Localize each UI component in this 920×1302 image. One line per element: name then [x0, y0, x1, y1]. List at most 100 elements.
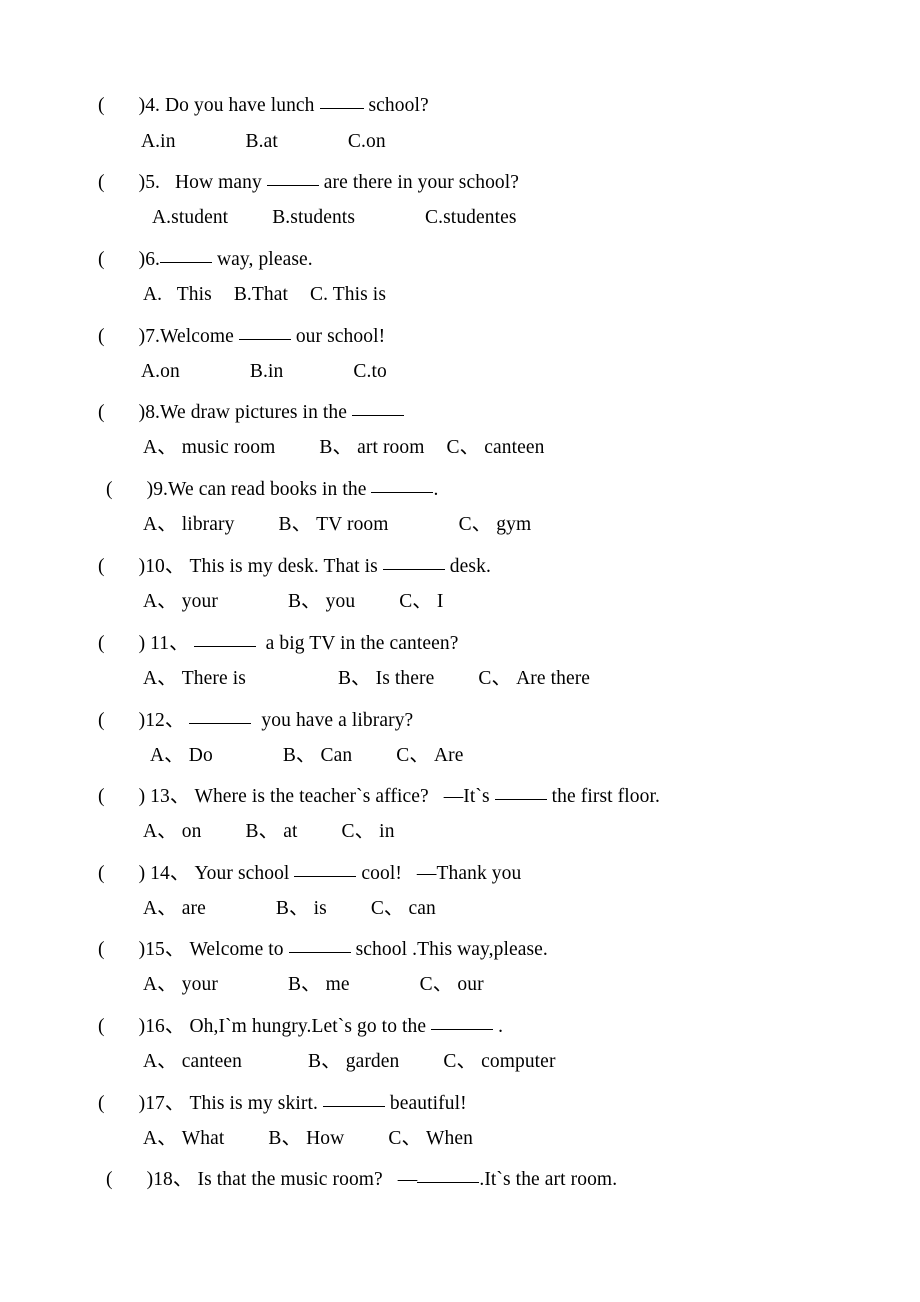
- q8-option-c-text[interactable]: canteen: [484, 437, 544, 458]
- q5-option-a-text[interactable]: student: [171, 207, 228, 228]
- q6-number: 6.: [145, 249, 161, 271]
- question-options-q17: A、 What B、 How C、 When: [143, 1129, 473, 1149]
- q10-option-c-text[interactable]: I: [437, 591, 444, 612]
- q12-option-a-text[interactable]: Do: [189, 745, 213, 766]
- q14-stem-before: Your school: [189, 863, 295, 885]
- q10-option-b-text[interactable]: you: [326, 591, 356, 612]
- q16-option-a-marker: A、: [143, 1051, 177, 1072]
- q8-option-b-text[interactable]: art room: [357, 437, 424, 458]
- question-options-q7: A.on B.in C.to: [141, 362, 387, 382]
- question-stem-q9: ()9.We can read books in the .: [106, 477, 438, 500]
- q5-option-c-text[interactable]: studentes: [443, 207, 516, 228]
- q12-bracket-open: (: [98, 710, 105, 732]
- q4-number: 4.: [145, 95, 161, 117]
- q9-option-c-marker: C、: [458, 514, 492, 535]
- question-options-q4: A.in B.at C.on: [141, 132, 386, 152]
- q14-option-b-text[interactable]: is: [314, 898, 327, 919]
- q7-option-c-marker: C.: [353, 361, 372, 382]
- q6-option-b-text[interactable]: That: [252, 284, 288, 305]
- q7-option-b-text[interactable]: in: [268, 361, 283, 382]
- q8-bracket-open: (: [98, 402, 105, 424]
- q18-stem-before: Is that the music room? —: [192, 1169, 418, 1191]
- q13-option-a-text[interactable]: on: [182, 821, 202, 842]
- q9-option-c-text[interactable]: gym: [496, 514, 531, 535]
- q14-option-c-text[interactable]: can: [409, 898, 436, 919]
- question-stem-q16: ()16、 Oh,I`m hungry.Let`s go to the .: [98, 1014, 503, 1037]
- q17-bracket-open: (: [98, 1093, 105, 1115]
- q15-option-c-text[interactable]: our: [457, 974, 483, 995]
- q10-number: 10、: [145, 556, 185, 578]
- q4-option-c-text[interactable]: on: [366, 131, 386, 152]
- q4-stem-after: school?: [363, 95, 429, 117]
- question-options-q10: A、 your B、 you C、 I: [143, 592, 444, 612]
- q11-option-b-text[interactable]: Is there: [376, 668, 435, 689]
- q12-number: 12、: [145, 710, 185, 732]
- q8-blank: [352, 400, 404, 417]
- q16-blank: [431, 1014, 494, 1031]
- question-stem-q6: ()6. way, please.: [98, 247, 313, 270]
- q15-option-c-marker: C、: [419, 974, 453, 995]
- q16-option-b-text[interactable]: garden: [346, 1051, 400, 1072]
- question-stem-q10: ()10、 This is my desk. That is desk.: [98, 554, 491, 577]
- q13-option-c-text[interactable]: in: [379, 821, 394, 842]
- q7-option-c-text[interactable]: to: [371, 361, 386, 382]
- q5-stem-after: are there in your school?: [318, 172, 520, 194]
- q6-option-c-text[interactable]: This is: [328, 284, 386, 305]
- q11-option-c-text[interactable]: Are there: [516, 668, 590, 689]
- q17-option-a-text[interactable]: What: [182, 1128, 225, 1149]
- q18-bracket-open: (: [106, 1169, 113, 1191]
- q7-blank: [238, 324, 291, 341]
- q17-number: 17、: [145, 1093, 185, 1115]
- q6-option-b-marker: B.: [233, 284, 252, 305]
- q16-stem-after: .: [493, 1016, 504, 1038]
- q17-option-b-marker: B、: [268, 1128, 302, 1149]
- worksheet-page: ()4. Do you have lunch school? A.in B.at C…: [0, 0, 920, 1302]
- q4-option-b-text[interactable]: at: [264, 131, 278, 152]
- q13-option-b-text[interactable]: at: [283, 821, 297, 842]
- q5-option-b-text[interactable]: students: [290, 207, 355, 228]
- q15-option-b-text[interactable]: me: [326, 974, 350, 995]
- q10-option-c-marker: C、: [399, 591, 432, 612]
- q17-stem-after: beautiful!: [384, 1093, 467, 1115]
- q7-number: 7.: [145, 326, 161, 348]
- q13-bracket-open: (: [98, 786, 105, 808]
- q10-blank: [382, 554, 445, 571]
- question-stem-q13: () 13、 Where is the teacher`s affice? —I…: [98, 784, 660, 807]
- q7-option-a-text[interactable]: on: [160, 361, 180, 382]
- q8-option-a-text[interactable]: music room: [182, 437, 276, 458]
- q10-option-a-marker: A、: [143, 591, 177, 612]
- question-options-q15: A、 your B、 me C、 our: [143, 975, 484, 995]
- q17-option-c-text[interactable]: When: [426, 1128, 473, 1149]
- q16-option-a-text[interactable]: canteen: [182, 1051, 242, 1072]
- q16-bracket-open: (: [98, 1016, 105, 1038]
- q17-option-b-text[interactable]: How: [306, 1128, 344, 1149]
- q8-option-c-marker: C、: [446, 437, 480, 458]
- q12-option-b-marker: B、: [282, 745, 316, 766]
- question-options-q13: A、 on B、 at C、 in: [143, 822, 395, 842]
- q4-option-a-text[interactable]: in: [160, 131, 175, 152]
- q9-blank: [371, 477, 434, 494]
- q9-option-b-marker: B、: [278, 514, 312, 535]
- q6-option-a-text[interactable]: This: [162, 284, 212, 305]
- q9-option-b-text[interactable]: TV room: [316, 514, 388, 535]
- q8-option-b-marker: B、: [319, 437, 353, 458]
- q14-option-c-marker: C、: [370, 898, 404, 919]
- q16-number: 16、: [145, 1016, 185, 1038]
- q14-option-a-text[interactable]: are: [182, 898, 206, 919]
- q11-option-a-text[interactable]: There is: [182, 668, 246, 689]
- q6-stem-after: way, please.: [212, 249, 313, 271]
- q18-number: 18、: [153, 1169, 193, 1191]
- q5-stem-before: How many: [160, 172, 267, 194]
- q5-option-a-marker: A.: [152, 207, 172, 228]
- q12-option-c-text[interactable]: Are: [434, 745, 464, 766]
- q15-option-a-text[interactable]: your: [182, 974, 218, 995]
- q9-option-a-text[interactable]: library: [182, 514, 235, 535]
- question-stem-q4: ()4. Do you have lunch school?: [98, 93, 429, 116]
- q12-stem-after: you have a library?: [251, 710, 414, 732]
- q10-option-a-text[interactable]: your: [182, 591, 218, 612]
- question-options-q8: A、 music room B、 art room C、 canteen: [143, 438, 544, 458]
- q12-option-b-text[interactable]: Can: [321, 745, 353, 766]
- q16-option-c-text[interactable]: computer: [481, 1051, 555, 1072]
- q9-number: 9.: [153, 479, 169, 501]
- q13-stem-before: Where is the teacher`s affice? —It`s: [189, 786, 495, 808]
